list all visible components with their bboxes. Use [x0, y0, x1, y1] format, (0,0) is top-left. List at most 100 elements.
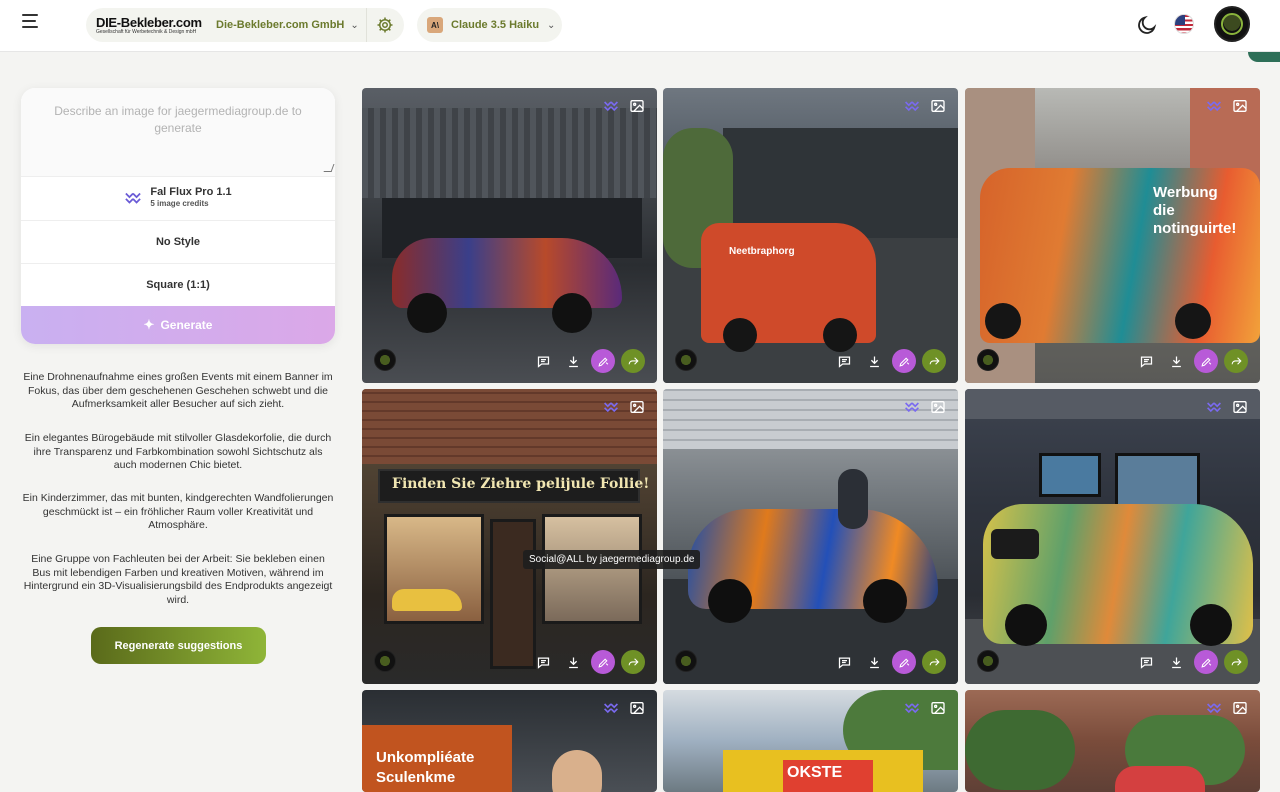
- edit-icon[interactable]: [892, 349, 916, 373]
- organization-selector[interactable]: DIE-Bekleber.com Gesellschaft für Werbet…: [86, 8, 404, 42]
- card-actions: [1134, 349, 1248, 373]
- image-model-selector[interactable]: Fal Flux Pro 1.1 5 image credits: [21, 176, 335, 219]
- aspect-ratio-selector[interactable]: Square (1:1): [21, 263, 335, 306]
- card-top-icons: [603, 700, 645, 716]
- creator-avatar[interactable]: [675, 349, 697, 371]
- generated-image[interactable]: [362, 88, 657, 383]
- image-icon[interactable]: [1232, 399, 1248, 415]
- gallery-image-card[interactable]: OKSTE: [663, 690, 958, 792]
- truck-lettering: OKSTE: [787, 764, 843, 781]
- creator-avatar[interactable]: [374, 349, 396, 371]
- image-icon[interactable]: [629, 700, 645, 716]
- style-selector[interactable]: No Style: [21, 220, 335, 263]
- regenerate-suggestions-button[interactable]: Regenerate suggestions: [91, 627, 266, 664]
- comment-icon[interactable]: [531, 349, 555, 373]
- gallery-image-card[interactable]: Unkompliéate Sculenkme: [362, 690, 657, 792]
- suggestion-item[interactable]: Eine Gruppe von Fachleuten bei der Arbei…: [21, 553, 335, 607]
- flux-icon[interactable]: [904, 700, 920, 716]
- prompt-composer: Fal Flux Pro 1.1 5 image credits No Styl…: [21, 88, 335, 344]
- download-icon[interactable]: [862, 349, 886, 373]
- download-icon[interactable]: [1164, 349, 1188, 373]
- share-icon[interactable]: [922, 650, 946, 674]
- flux-icon[interactable]: [1206, 399, 1222, 415]
- gallery-image-card[interactable]: [965, 690, 1260, 792]
- image-icon[interactable]: [1232, 98, 1248, 114]
- aspect-ratio-label: Square (1:1): [146, 279, 210, 291]
- suggestion-item[interactable]: Eine Drohnenaufnahme eines großen Events…: [21, 371, 335, 412]
- moon-icon[interactable]: [1136, 14, 1158, 36]
- comment-icon[interactable]: [531, 650, 555, 674]
- generated-image[interactable]: Neetbraphorg: [663, 88, 958, 383]
- generated-image[interactable]: Finden Sie Ziehre pelijule Follie!: [362, 389, 657, 684]
- download-icon[interactable]: [561, 349, 585, 373]
- comment-icon[interactable]: [832, 349, 856, 373]
- image-icon[interactable]: [930, 700, 946, 716]
- gallery-image-card[interactable]: [362, 88, 657, 383]
- us-flag-icon[interactable]: [1174, 14, 1194, 34]
- share-icon[interactable]: [621, 650, 645, 674]
- card-top-icons: [603, 399, 645, 415]
- prompt-input[interactable]: [21, 88, 335, 176]
- share-icon[interactable]: [922, 349, 946, 373]
- creator-avatar[interactable]: [977, 650, 999, 672]
- edit-icon[interactable]: [591, 349, 615, 373]
- gallery-image-card[interactable]: Neetbraphorg: [663, 88, 958, 383]
- card-actions: [1134, 650, 1248, 674]
- share-icon[interactable]: [1224, 349, 1248, 373]
- image-icon[interactable]: [1232, 700, 1248, 716]
- gallery-image-card[interactable]: Werbung die notinguirte!: [965, 88, 1260, 383]
- llm-model-name: Claude 3.5 Haiku: [451, 19, 540, 31]
- chevron-down-icon: ⌄: [350, 19, 359, 31]
- card-top-icons: [1206, 98, 1248, 114]
- share-icon[interactable]: [621, 349, 645, 373]
- edit-icon[interactable]: [1194, 349, 1218, 373]
- llm-model-selector[interactable]: A\ Claude 3.5 Haiku ⌄: [417, 8, 562, 42]
- generated-image[interactable]: [663, 389, 958, 684]
- image-icon[interactable]: [629, 98, 645, 114]
- comment-icon[interactable]: [832, 650, 856, 674]
- generate-label: Generate: [160, 318, 213, 332]
- image-icon[interactable]: [930, 98, 946, 114]
- card-top-icons: [1206, 399, 1248, 415]
- creator-avatar[interactable]: [675, 650, 697, 672]
- image-icon[interactable]: [930, 399, 946, 415]
- edit-icon[interactable]: [1194, 650, 1218, 674]
- flux-icon[interactable]: [904, 98, 920, 114]
- generated-image[interactable]: [965, 389, 1260, 684]
- share-icon[interactable]: [1224, 650, 1248, 674]
- gallery-image-card[interactable]: [965, 389, 1260, 684]
- van-lettering: notinguirte!: [1153, 220, 1237, 237]
- suggestion-item[interactable]: Ein elegantes Bürogebäude mit stilvoller…: [21, 432, 335, 473]
- creator-avatar[interactable]: [374, 650, 396, 672]
- comment-icon[interactable]: [1134, 650, 1158, 674]
- download-icon[interactable]: [1164, 650, 1188, 674]
- gallery-image-card[interactable]: Finden Sie Ziehre pelijule Follie!: [362, 389, 657, 684]
- comment-icon[interactable]: [1134, 349, 1158, 373]
- card-top-icons: [904, 700, 946, 716]
- flux-icon[interactable]: [603, 399, 619, 415]
- user-avatar[interactable]: [1214, 6, 1250, 42]
- flux-icon[interactable]: [603, 700, 619, 716]
- flux-icon[interactable]: [904, 399, 920, 415]
- suggestion-item[interactable]: Ein Kinderzimmer, das mit bunten, kindge…: [21, 492, 335, 533]
- chevron-down-icon: ⌄: [547, 19, 556, 31]
- edit-icon[interactable]: [591, 650, 615, 674]
- creator-avatar[interactable]: [977, 349, 999, 371]
- gear-icon[interactable]: [376, 16, 394, 34]
- office-sign-text: Unkompliéate: [376, 749, 475, 766]
- flux-icon[interactable]: [1206, 700, 1222, 716]
- flux-icon[interactable]: [1206, 98, 1222, 114]
- image-icon[interactable]: [629, 399, 645, 415]
- organization-name: Die-Bekleber.com GmbH: [216, 19, 345, 31]
- download-icon[interactable]: [561, 650, 585, 674]
- menu-icon[interactable]: [22, 14, 46, 36]
- gallery-image-card[interactable]: [663, 389, 958, 684]
- top-bar: DIE-Bekleber.com Gesellschaft für Werbet…: [0, 0, 1280, 52]
- generate-button[interactable]: ✦ Generate: [21, 306, 335, 344]
- flux-icon[interactable]: [603, 98, 619, 114]
- download-icon[interactable]: [862, 650, 886, 674]
- card-actions: [832, 349, 946, 373]
- card-actions: [531, 349, 645, 373]
- edit-icon[interactable]: [892, 650, 916, 674]
- generated-image[interactable]: Werbung die notinguirte!: [965, 88, 1260, 383]
